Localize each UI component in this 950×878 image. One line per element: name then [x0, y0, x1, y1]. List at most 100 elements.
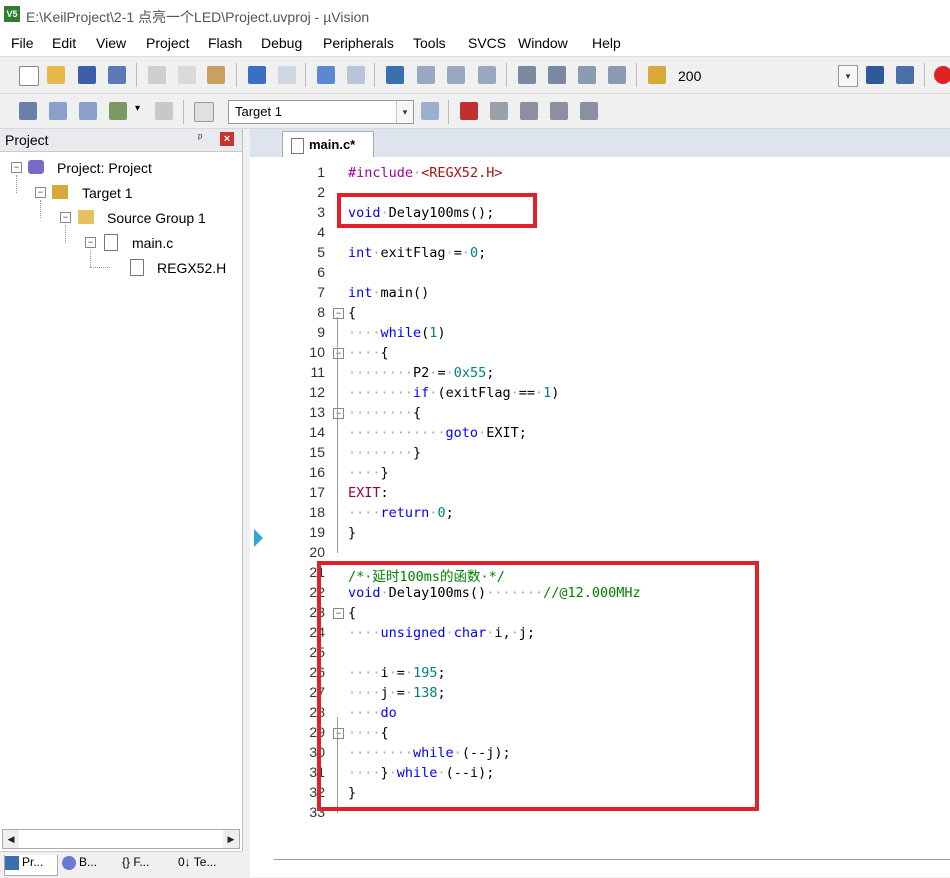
target-options-icon[interactable]: [421, 102, 439, 120]
code-line[interactable]: 20: [309, 543, 950, 563]
tree-item-regx52-h[interactable]: REGX52.H: [0, 257, 240, 279]
code-line[interactable]: 14 ············goto·EXIT;: [309, 423, 950, 443]
build-icon[interactable]: [49, 102, 67, 120]
menu-view[interactable]: View: [96, 35, 126, 51]
tree-item-label: Project: Project: [57, 160, 152, 176]
menu-help[interactable]: Help: [592, 35, 621, 51]
tree-item-project[interactable]: − Project: Project: [0, 157, 240, 179]
search-dropdown[interactable]: ▾: [838, 65, 858, 87]
target-select[interactable]: Target 1 ▾: [228, 100, 414, 124]
line-number: 31: [309, 764, 325, 780]
menu-debug[interactable]: Debug: [261, 35, 302, 51]
incremental-find-icon[interactable]: [896, 66, 914, 84]
paste-icon[interactable]: [207, 66, 225, 84]
open-folder-icon[interactable]: [47, 66, 65, 84]
line-number: 25: [309, 644, 325, 660]
collapse-icon[interactable]: −: [35, 187, 46, 198]
code-line[interactable]: 7 int·main(): [317, 283, 950, 303]
tree-item-target[interactable]: − Target 1: [0, 182, 240, 204]
manage-multi-project-icon[interactable]: [490, 102, 508, 120]
navigate-forward-icon[interactable]: [347, 66, 365, 84]
collapse-icon[interactable]: −: [85, 237, 96, 248]
unindent-icon[interactable]: [548, 66, 566, 84]
scroll-right-icon[interactable]: ▶: [223, 830, 239, 848]
editor-tab-strip: main.c*: [250, 129, 950, 158]
uvision-app-icon: V5: [4, 6, 20, 22]
menu-project[interactable]: Project: [146, 35, 190, 51]
manage-project-items-icon[interactable]: [460, 102, 478, 120]
batch-build-icon[interactable]: [109, 102, 127, 120]
pack-installer-icon[interactable]: [580, 102, 598, 120]
copy-icon[interactable]: [178, 66, 196, 84]
tree-item-source-group[interactable]: − Source Group 1: [0, 207, 240, 229]
menu-flash[interactable]: Flash: [208, 35, 242, 51]
menu-tools[interactable]: Tools: [413, 35, 446, 51]
collapse-icon[interactable]: −: [60, 212, 71, 223]
tab-project[interactable]: Pr...: [4, 855, 58, 876]
indent-icon[interactable]: [518, 66, 536, 84]
save-icon[interactable]: [78, 66, 96, 84]
fold-toggle-icon[interactable]: −: [333, 308, 344, 319]
menu-edit[interactable]: Edit: [52, 35, 76, 51]
batch-dropdown-icon[interactable]: ▾: [135, 103, 140, 114]
code-line[interactable]: 10− ····{: [309, 343, 950, 363]
file-toolbar: 200 ▾: [0, 57, 950, 94]
stop-build-icon[interactable]: [155, 102, 173, 120]
code-line[interactable]: 12 ········if·(exitFlag·==·1): [309, 383, 950, 403]
code-line[interactable]: 6: [317, 263, 950, 283]
menu-window[interactable]: Window: [518, 35, 568, 51]
manage-components-icon[interactable]: [520, 102, 538, 120]
collapse-icon[interactable]: −: [11, 162, 22, 173]
horizontal-scrollbar[interactable]: ◀ ▶: [2, 829, 240, 849]
line-number: 33: [309, 804, 325, 820]
pin-icon[interactable]: ᵖ: [198, 132, 202, 144]
comment-icon[interactable]: [578, 66, 596, 84]
uncomment-icon[interactable]: [608, 66, 626, 84]
code-line[interactable]: 5 int·exitFlag·=·0;: [317, 243, 950, 263]
menu-file[interactable]: File: [11, 35, 34, 51]
code-line[interactable]: 8−{: [317, 303, 950, 323]
line-number: 9: [317, 324, 325, 340]
code-line[interactable]: 9 ····while(1): [317, 323, 950, 343]
tree-item-main-c[interactable]: − main.c: [0, 232, 240, 254]
line-number: 26: [309, 664, 325, 680]
rebuild-icon[interactable]: [79, 102, 97, 120]
new-file-icon[interactable]: [19, 66, 39, 86]
code-text: ····while(1): [348, 325, 446, 341]
code-line[interactable]: 1 #include·<REGX52.H>: [317, 163, 950, 183]
close-icon[interactable]: ×: [220, 132, 234, 146]
download-icon[interactable]: [194, 102, 214, 122]
bookmark-icon[interactable]: [386, 66, 404, 84]
code-line[interactable]: 13− ········{: [309, 403, 950, 423]
code-line[interactable]: 15 ········}: [309, 443, 950, 463]
code-line[interactable]: 16 ····}: [309, 463, 950, 483]
navigate-back-icon[interactable]: [317, 66, 335, 84]
menu-peripherals[interactable]: Peripherals: [323, 35, 394, 51]
line-number: 17: [309, 484, 325, 500]
tab-books[interactable]: B...: [62, 855, 114, 875]
tab-templates[interactable]: 0↓ Te...: [178, 855, 236, 875]
save-all-icon[interactable]: [108, 66, 126, 84]
code-line[interactable]: 11 ········P2·=·0x55;: [310, 363, 950, 383]
select-packs-icon[interactable]: [550, 102, 568, 120]
tab-functions[interactable]: {} F...: [122, 855, 170, 875]
find-in-files-icon[interactable]: [648, 66, 666, 84]
fold-guide: [337, 317, 338, 553]
code-line[interactable]: 18 ····return·0;: [309, 503, 950, 523]
find-icon[interactable]: [866, 66, 884, 84]
undo-icon[interactable]: [248, 66, 266, 84]
translate-icon[interactable]: [19, 102, 37, 120]
prev-bookmark-icon[interactable]: [417, 66, 435, 84]
redo-icon[interactable]: [278, 66, 296, 84]
tab-main-c[interactable]: main.c*: [282, 131, 374, 158]
debug-session-icon[interactable]: [934, 66, 950, 84]
next-bookmark-icon[interactable]: [447, 66, 465, 84]
code-line[interactable]: 17 EXIT:: [309, 483, 950, 503]
fold-toggle-icon[interactable]: −: [333, 348, 344, 359]
fold-toggle-icon[interactable]: −: [333, 408, 344, 419]
scroll-left-icon[interactable]: ◀: [3, 830, 19, 848]
clear-bookmarks-icon[interactable]: [478, 66, 496, 84]
cut-icon[interactable]: [148, 66, 166, 84]
menu-svcs[interactable]: SVCS: [468, 35, 506, 51]
code-line[interactable]: 19}: [309, 523, 950, 543]
